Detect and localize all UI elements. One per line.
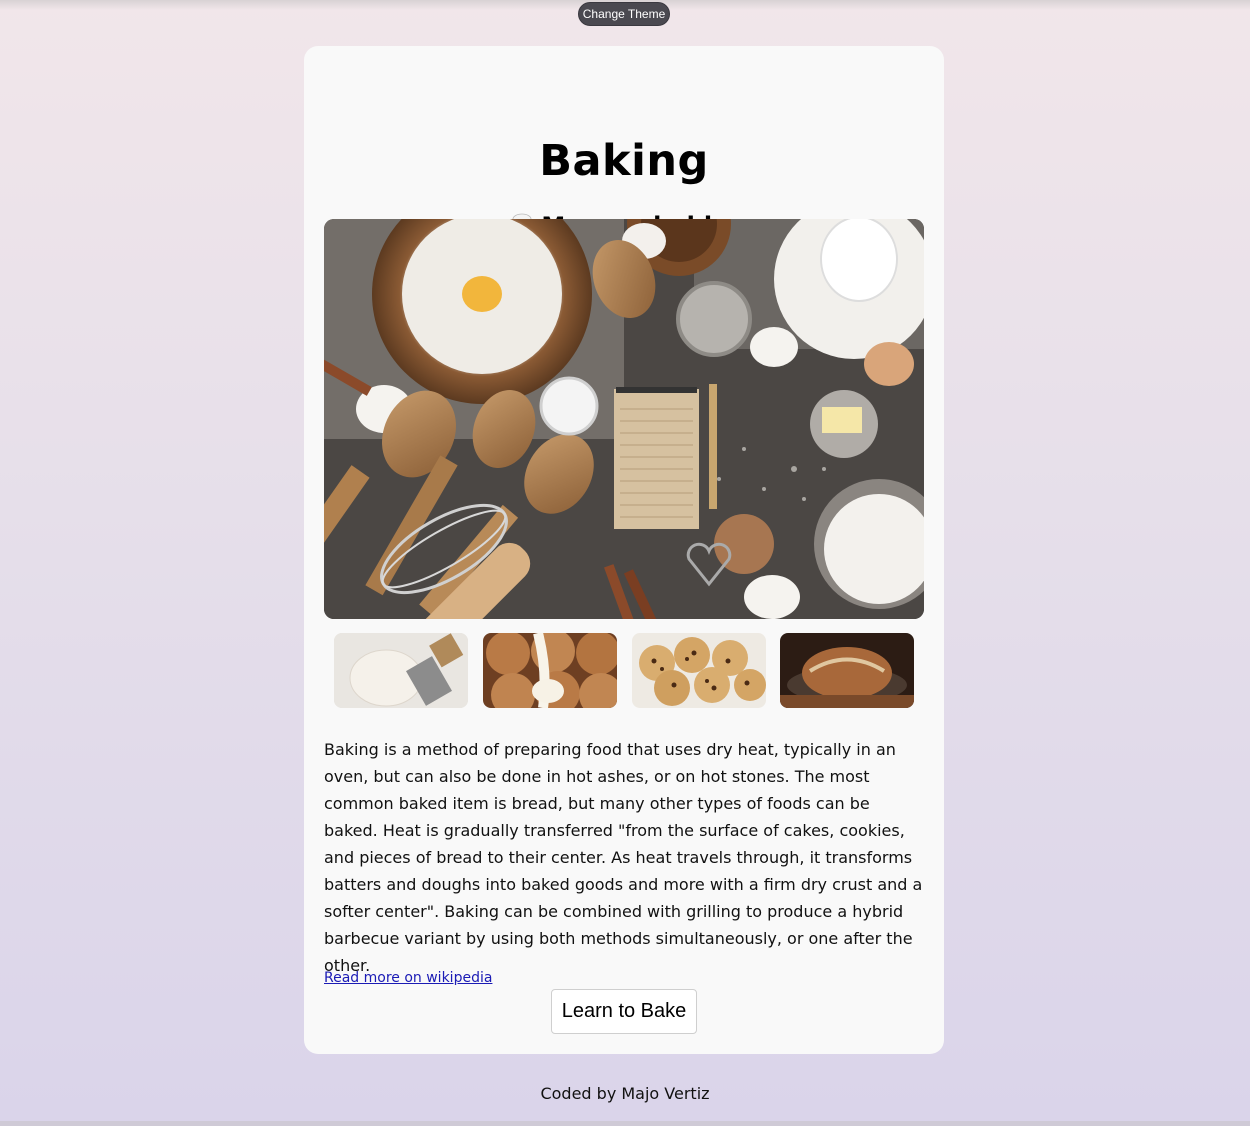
thumbnail-strip (334, 633, 914, 708)
learn-to-bake-button[interactable]: Learn to Bake (551, 989, 697, 1034)
cinnamon-rolls-thumbnail[interactable] (483, 633, 617, 708)
change-theme-button[interactable]: Change Theme (578, 2, 670, 26)
wikipedia-link[interactable]: Read more on wikipedia (324, 970, 492, 986)
hero-image (324, 219, 924, 619)
cookies-thumbnail[interactable] (632, 633, 766, 708)
content-card: Baking My new hobby (304, 46, 944, 1054)
bottom-edge (0, 1121, 1250, 1126)
footer-credit: Coded by Majo Vertiz (540, 1084, 710, 1103)
page-title: Baking (539, 136, 709, 186)
description-text: Baking is a method of preparing food tha… (324, 740, 923, 975)
bread-loaf-thumbnail[interactable] (780, 633, 914, 708)
dough-thumbnail[interactable] (334, 633, 468, 708)
